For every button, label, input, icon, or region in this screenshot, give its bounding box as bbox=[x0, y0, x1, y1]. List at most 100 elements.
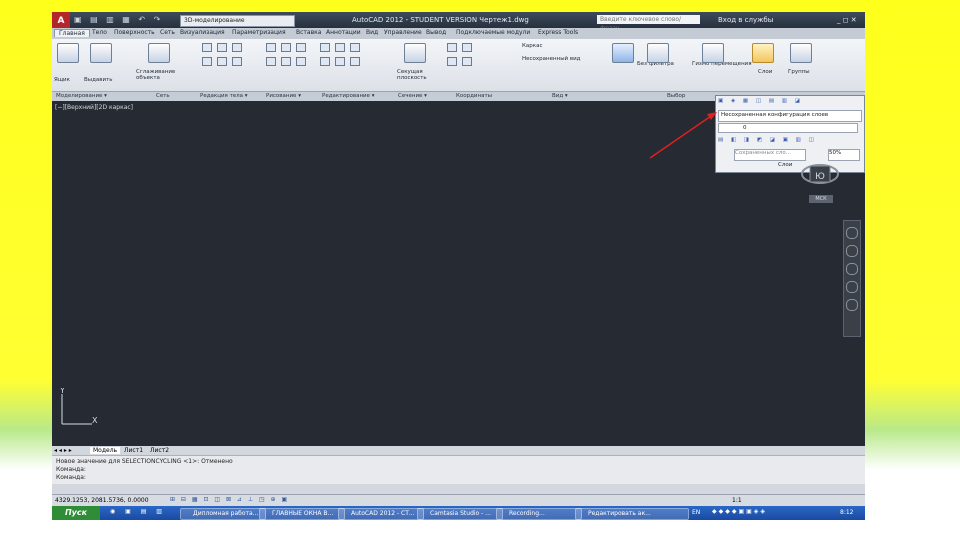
pan-icon[interactable] bbox=[846, 245, 858, 257]
tab-layout2[interactable]: Лист2 bbox=[150, 447, 169, 454]
tab-mesh[interactable]: Сеть bbox=[160, 29, 175, 36]
layer-walk-field[interactable]: Сохраненных сло... bbox=[734, 149, 806, 161]
task-item-1[interactable]: Дипломная работа... bbox=[180, 508, 266, 520]
arc-icon[interactable] bbox=[296, 43, 306, 52]
circle-icon[interactable] bbox=[281, 57, 291, 66]
visual-style-dropdown[interactable]: Каркас bbox=[522, 43, 542, 49]
tab-parametric[interactable]: Параметризация bbox=[232, 29, 286, 36]
viewport-controls[interactable]: [−][Верхний][2D каркас] bbox=[55, 104, 133, 111]
mesh-icon[interactable] bbox=[202, 43, 212, 52]
layer-dropdown[interactable]: 0 bbox=[718, 123, 858, 133]
tab-insert[interactable]: Вставка bbox=[296, 29, 321, 36]
panel-title-mesh[interactable]: Сеть bbox=[156, 93, 170, 99]
zoom-icon[interactable] bbox=[846, 263, 858, 275]
tab-home[interactable]: Главная bbox=[54, 29, 90, 37]
layer-tools-row-2[interactable]: ▤ ◧ ◨ ◩ ◪ ▣ ▥ ◫ bbox=[718, 137, 817, 147]
tab-nav-arrows[interactable]: ◂ ◂ ▸ ▸ bbox=[54, 447, 72, 454]
layers-icon[interactable] bbox=[752, 43, 774, 63]
viewcube-label: Ю bbox=[815, 172, 825, 182]
rotate-icon[interactable] bbox=[335, 43, 345, 52]
ucs-view-icon[interactable] bbox=[462, 57, 472, 66]
signin-button[interactable]: Вход в службы bbox=[718, 16, 773, 24]
panel-title-coordinates[interactable]: Координаты bbox=[456, 93, 492, 99]
layers-panel-expanded: ▣ ◈ ▦ ◫ ▤ ▥ ◪ Несохраненная конфигурация… bbox=[715, 95, 865, 173]
extrude-label: Выдавить bbox=[84, 77, 113, 83]
array-icon[interactable] bbox=[350, 57, 360, 66]
groups-label: Группы bbox=[788, 69, 810, 75]
smooth-object-icon[interactable] bbox=[148, 43, 170, 63]
panel-title-view[interactable]: Вид ▾ bbox=[552, 93, 568, 99]
nav-wheel-icon[interactable] bbox=[846, 227, 858, 239]
window-title: AutoCAD 2012 - STUDENT VERSION Чертеж1.d… bbox=[352, 16, 529, 24]
showmotion-icon[interactable] bbox=[846, 299, 858, 311]
command-prompt[interactable]: Команда: bbox=[56, 474, 86, 481]
box-icon[interactable] bbox=[57, 43, 79, 63]
tab-express[interactable]: Express Tools bbox=[538, 29, 578, 36]
panel-title-solid-edit[interactable]: Редакция тела ▾ bbox=[200, 93, 248, 99]
ucs-icon[interactable] bbox=[447, 43, 457, 52]
search-input[interactable]: Введите ключевое слово/фразу bbox=[597, 15, 700, 32]
polyline-icon[interactable] bbox=[266, 43, 276, 52]
ucs-world-icon[interactable] bbox=[447, 57, 457, 66]
gizmo-icon[interactable] bbox=[612, 43, 634, 63]
task-item-2[interactable]: ГЛАВНЫЕ ОКНА В... bbox=[259, 508, 345, 520]
command-line[interactable]: Новое значение для SELECTIONCYCLING <1>:… bbox=[52, 455, 865, 484]
system-tray-icons[interactable]: ◆◆◆◆▣▣◈◈ bbox=[712, 508, 767, 515]
union-icon[interactable] bbox=[232, 43, 242, 52]
extrude-icon[interactable] bbox=[90, 43, 112, 63]
sphere-icon[interactable] bbox=[217, 43, 227, 52]
copy-icon[interactable] bbox=[320, 57, 330, 66]
tab-layout1[interactable]: Лист1 bbox=[124, 447, 143, 454]
autocad-window: A ▣ ▤ ▥ ▦ ↶ ↷ 3D-моделирование AutoCAD 2… bbox=[52, 12, 865, 520]
trim-icon[interactable] bbox=[350, 43, 360, 52]
viewcube-icon[interactable]: Ю bbox=[800, 160, 840, 188]
start-button[interactable]: Пуск bbox=[52, 506, 100, 520]
panel-title-section[interactable]: Сечение ▾ bbox=[398, 93, 427, 99]
workspace-dropdown[interactable]: 3D-моделирование bbox=[180, 15, 295, 27]
task-item-4[interactable]: Camtasia Studio - ... bbox=[417, 508, 503, 520]
rectangle-icon[interactable] bbox=[266, 57, 276, 66]
windows-taskbar: Пуск ◉ ▣ ▤ ▥ Дипломная работа... ГЛАВНЫЕ… bbox=[52, 506, 865, 520]
panel-title-modify[interactable]: Редактирование ▾ bbox=[322, 93, 375, 99]
ucs-origin-icon[interactable] bbox=[462, 43, 472, 52]
orbit-icon[interactable] bbox=[846, 281, 858, 293]
panel-title-draw[interactable]: Рисование ▾ bbox=[266, 93, 301, 99]
tab-model[interactable]: Модель bbox=[90, 447, 121, 454]
tab-surface[interactable]: Поверхность bbox=[114, 29, 155, 36]
quick-launch[interactable]: ◉ ▣ ▤ ▥ bbox=[110, 508, 166, 515]
task-item-3[interactable]: AutoCAD 2012 - СТ... bbox=[338, 508, 424, 520]
line-icon[interactable] bbox=[281, 43, 291, 52]
tab-annotate[interactable]: Аннотации bbox=[326, 29, 361, 36]
culling-icon[interactable] bbox=[647, 43, 669, 63]
intersect-icon[interactable] bbox=[232, 57, 242, 66]
tab-render[interactable]: Визуализация bbox=[180, 29, 225, 36]
window-controls[interactable]: _ ◻ ✕ bbox=[837, 16, 857, 24]
panel-title-selection[interactable]: Выбор bbox=[667, 93, 685, 99]
tab-plugins[interactable]: Подключаемые модули bbox=[456, 29, 530, 36]
drafting-toggles[interactable]: ⊞ ⊟ ▦ ⊡ ◫ ⊠ ⊿ ⊥ ◳ ⊕ ▣ bbox=[170, 496, 289, 503]
move-icon[interactable] bbox=[320, 43, 330, 52]
quick-access-toolbar[interactable]: ▣ ▤ ▥ ▦ ↶ ↷ bbox=[74, 15, 163, 24]
layer-state-dropdown[interactable]: Несохраненная конфигурация слоев bbox=[718, 110, 862, 122]
spline-icon[interactable] bbox=[296, 57, 306, 66]
task-item-6[interactable]: Редактировать ак... bbox=[575, 508, 689, 520]
task-item-5[interactable]: Recording... bbox=[496, 508, 582, 520]
subtract-icon[interactable] bbox=[217, 57, 227, 66]
gizmo-move-icon[interactable] bbox=[702, 43, 724, 63]
annotation-scale[interactable]: 1:1 bbox=[732, 497, 742, 504]
tab-manage[interactable]: Управление bbox=[384, 29, 422, 36]
navigation-bar[interactable] bbox=[843, 220, 861, 337]
command-history-2: Команда: bbox=[56, 466, 86, 473]
layer-tools-row[interactable]: ▣ ◈ ▦ ◫ ▤ ▥ ◪ bbox=[718, 98, 803, 108]
named-view-dropdown[interactable]: Несохраненный вид bbox=[522, 56, 580, 62]
tab-output[interactable]: Вывод bbox=[426, 29, 446, 36]
mirror-icon[interactable] bbox=[335, 57, 345, 66]
tab-solid[interactable]: Тело bbox=[92, 29, 107, 36]
wcs-menu[interactable]: МСК bbox=[809, 195, 833, 203]
language-indicator[interactable]: EN bbox=[692, 509, 700, 516]
cylinder-icon[interactable] bbox=[202, 57, 212, 66]
panel-title-modeling[interactable]: Моделирование ▾ bbox=[56, 93, 107, 99]
section-plane-icon[interactable] bbox=[404, 43, 426, 63]
tab-view[interactable]: Вид bbox=[366, 29, 378, 36]
groups-icon[interactable] bbox=[790, 43, 812, 63]
